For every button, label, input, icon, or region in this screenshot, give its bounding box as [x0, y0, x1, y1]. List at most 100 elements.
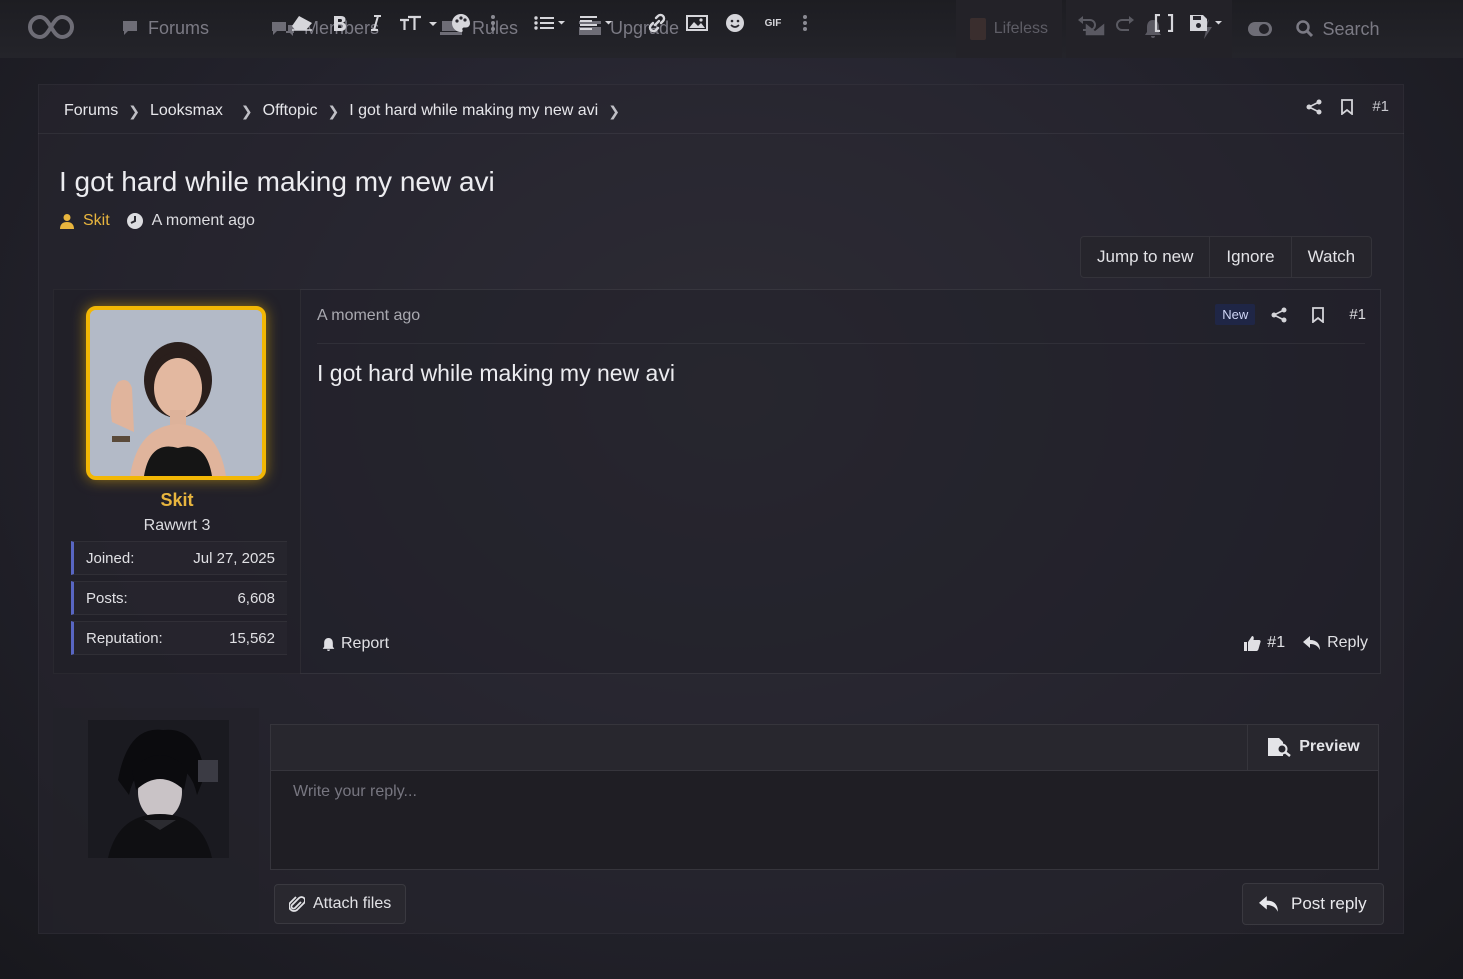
thread-author[interactable]: Skit	[83, 212, 110, 230]
more-vertical-icon	[803, 15, 807, 31]
breadcrumb-looksmax[interactable]: Looksmax	[150, 102, 223, 120]
jump-to-new-button[interactable]: Jump to new	[1081, 237, 1211, 277]
forum-icon	[123, 21, 137, 35]
report-button[interactable]: Report	[322, 635, 389, 653]
undo-icon	[1078, 16, 1096, 31]
list-button[interactable]	[533, 0, 567, 46]
reply-placeholder: Write your reply...	[293, 783, 417, 800]
nav-user-label: Lifeless	[993, 20, 1048, 37]
post-body: I got hard while making my new avi	[317, 360, 675, 386]
breadcrumb-offtopic[interactable]: Offtopic	[263, 102, 318, 120]
reply-editor[interactable]: Write your reply...	[270, 770, 1379, 870]
reply-button[interactable]: Reply	[1303, 634, 1368, 652]
image-icon	[686, 15, 708, 31]
preview-icon	[1268, 738, 1292, 757]
redo-button[interactable]	[1114, 0, 1136, 46]
post-username[interactable]: Skit	[53, 490, 301, 511]
breadcrumb-thread[interactable]: I got hard while making my new avi	[349, 102, 598, 120]
italic-button[interactable]	[366, 0, 386, 46]
editor-toolbar	[270, 724, 1379, 770]
undo-button[interactable]	[1076, 0, 1098, 46]
thread-post-number[interactable]: #1	[1372, 98, 1389, 115]
bold-button[interactable]	[328, 0, 352, 46]
avatar	[88, 720, 229, 858]
avatar[interactable]	[86, 306, 266, 480]
post-reply-button[interactable]: Post reply	[1242, 883, 1384, 925]
like-label: #1	[1267, 634, 1286, 651]
reply-icon	[1303, 635, 1321, 650]
ignore-button[interactable]: Ignore	[1210, 237, 1292, 277]
nav-forums[interactable]: Forums	[120, 14, 209, 42]
nav-members[interactable]: Members	[270, 14, 379, 42]
thumbs-up-icon	[1244, 635, 1261, 651]
post-actions-bottom: #1 Reply	[1243, 634, 1368, 652]
attach-files-label: Attach files	[313, 895, 392, 912]
nav-theme-toggle[interactable]	[1232, 0, 1288, 58]
chevron-right-icon: ❯	[240, 102, 253, 119]
thread-time: A moment ago	[151, 212, 255, 229]
color-button[interactable]	[450, 0, 472, 46]
nav-user[interactable]: Lifeless	[956, 0, 1062, 58]
post-actions-top: New #1	[1215, 304, 1366, 325]
divider	[38, 133, 1404, 134]
gif-button[interactable]: GIF	[760, 0, 786, 46]
chevron-right-icon: ❯	[327, 102, 340, 119]
like-button[interactable]: #1	[1243, 634, 1285, 652]
clear-formatting-button[interactable]	[288, 0, 316, 46]
clock-icon	[126, 213, 143, 229]
share-icon[interactable]	[1306, 99, 1322, 115]
align-button[interactable]	[578, 0, 614, 46]
site-logo[interactable]	[28, 12, 74, 42]
palette-icon	[452, 14, 470, 32]
watch-button[interactable]: Watch	[1292, 237, 1372, 277]
list-icon	[534, 16, 565, 30]
stat-reputation: Reputation: 15,562	[71, 621, 287, 655]
post-time[interactable]: A moment ago	[317, 307, 420, 325]
share-icon[interactable]	[1271, 307, 1287, 323]
bold-icon	[334, 16, 346, 31]
stat-value: 15,562	[229, 629, 275, 647]
thread-meta: Skit A moment ago	[59, 212, 255, 230]
stat-posts: Posts: 6,608	[71, 581, 287, 615]
toggle-bbcode-button[interactable]	[1152, 0, 1176, 46]
user-icon	[60, 214, 74, 229]
redo-icon	[1116, 16, 1134, 31]
bookmark-icon[interactable]	[1340, 98, 1354, 115]
preview-button[interactable]: Preview	[1247, 724, 1379, 770]
chevron-right-icon: ❯	[608, 102, 620, 119]
nav-upgrade-label: Upgrade	[610, 17, 680, 38]
divider	[317, 343, 1365, 344]
bookmark-icon[interactable]	[1311, 306, 1325, 323]
more-text-options-button[interactable]	[486, 0, 500, 46]
thread-button-group: Jump to new Ignore Watch	[1080, 236, 1373, 278]
gif-icon: GIF	[764, 17, 782, 29]
stat-label: Posts:	[86, 589, 128, 607]
drafts-button[interactable]	[1188, 0, 1224, 46]
more-insert-options-button[interactable]	[798, 0, 812, 46]
stat-label: Reputation:	[86, 629, 163, 647]
toggle-icon	[1248, 22, 1272, 36]
preview-label: Preview	[1299, 738, 1360, 755]
new-badge: New	[1215, 304, 1256, 325]
insert-image-button[interactable]	[685, 0, 709, 46]
emoji-button[interactable]	[724, 0, 746, 46]
post-number[interactable]: #1	[1349, 306, 1366, 323]
breadcrumb-forums[interactable]: Forums	[64, 102, 118, 120]
report-label: Report	[341, 635, 390, 652]
reply-label: Reply	[1327, 634, 1368, 651]
reply-icon	[1259, 895, 1278, 912]
nav-search-label: Search	[1322, 18, 1380, 39]
breadcrumb-actions: #1	[1306, 98, 1389, 115]
eraser-icon	[292, 16, 312, 31]
link-icon	[648, 13, 666, 33]
attach-files-button[interactable]: Attach files	[274, 884, 407, 924]
nav-search[interactable]: Search	[1288, 0, 1388, 58]
search-icon	[1296, 20, 1314, 38]
nav-user-avatar	[970, 18, 986, 40]
thread-title: I got hard while making my new avi	[59, 166, 495, 197]
smile-icon	[726, 14, 744, 32]
post-user-title: Rawwrt 3	[143, 517, 211, 534]
insert-link-button[interactable]	[646, 0, 668, 46]
font-size-button[interactable]	[398, 0, 438, 46]
stat-value: Jul 27, 2025	[193, 549, 275, 567]
